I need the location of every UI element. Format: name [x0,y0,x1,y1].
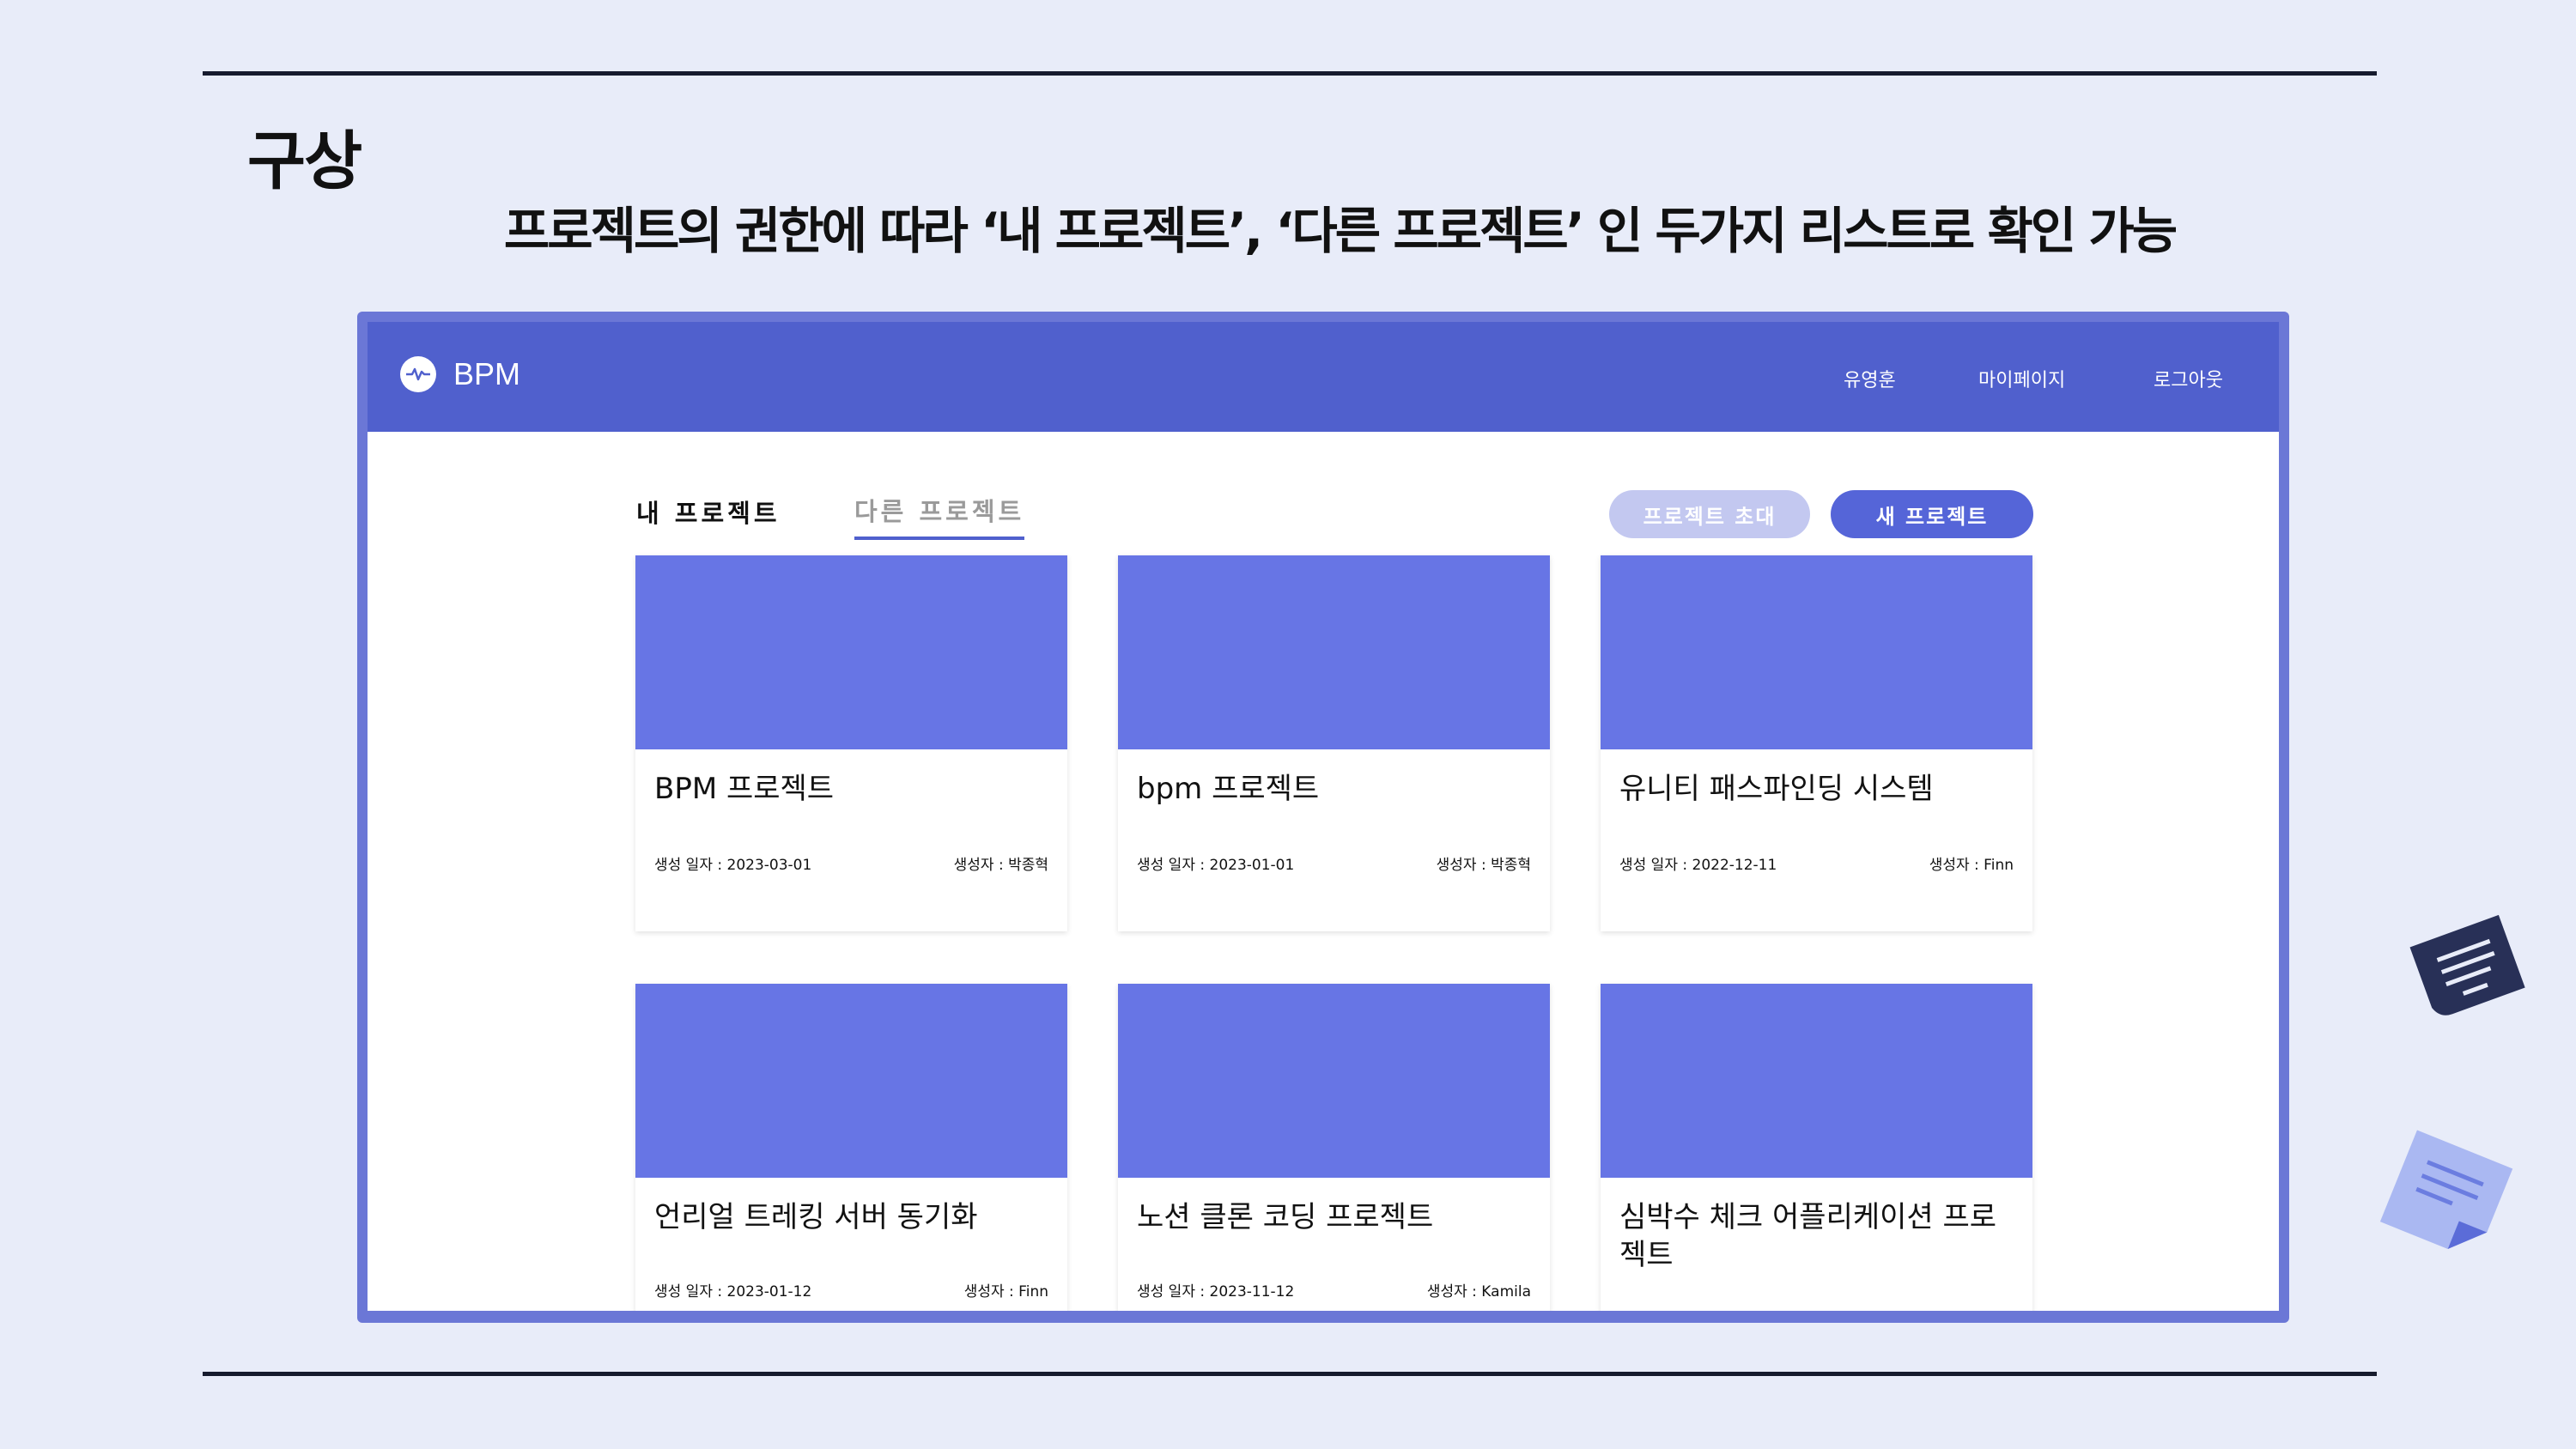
project-title: 노션 클론 코딩 프로젝트 [1137,1200,1434,1234]
project-creator: 생성자 : Kamila [1426,1283,1531,1300]
project-creator: 생성자 : Finn [1929,857,2014,874]
project-title: BPM 프로젝트 [654,772,835,806]
project-thumbnail [1601,555,2032,749]
project-thumbnail [1118,555,1550,749]
project-creator: 생성자 : 박종혁 [1436,857,1531,874]
navbar: BPM 유영훈 마이페이지 로그아웃 [368,322,2279,432]
project-title: 심박수 체크 어플리케이션 프로젝트 [1619,1200,1997,1272]
screenshot-frame: BPM 유영훈 마이페이지 로그아웃 내 프로젝트 다른 프로젝트 프로젝트 초… [357,312,2289,1323]
invite-project-button[interactable]: 프로젝트 초대 [1609,490,1810,538]
nav-logout[interactable]: 로그아웃 [2154,365,2223,392]
project-title: 언리얼 트레킹 서버 동기화 [654,1200,978,1234]
project-creator: 생성자 : Finn [963,1283,1048,1300]
project-title: bpm 프로젝트 [1137,772,1320,806]
document-icon [2409,914,2525,1016]
bottom-rule [203,1372,2377,1376]
project-created-date: 생성 일자 : 2023-03-01 [654,857,812,874]
slide-subtitle: 프로젝트의 권한에 따라 ‘내 프로젝트’, ‘다른 프로젝트’ 인 두가지 리… [503,202,2178,260]
project-title: 유니티 패스파인딩 시스템 [1619,772,1934,806]
slide-title: 구상 [247,124,362,198]
project-created-date: 생성 일자 : 2023-01-01 [1137,857,1295,874]
project-thumbnail [1601,984,2032,1178]
nav-user[interactable]: 유영훈 [1844,365,1896,392]
new-project-button[interactable]: 새 프로젝트 [1831,490,2033,538]
project-card[interactable]: 유니티 패스파인딩 시스템 생성 일자 : 2022-12-11 생성자 : F… [1601,555,2032,931]
brand[interactable]: BPM [400,356,520,392]
project-thumbnail [635,555,1067,749]
tab-my-projects[interactable]: 내 프로젝트 [636,494,781,530]
top-rule [203,71,2377,76]
project-created-date: 생성 일자 : 2023-01-12 [654,1283,812,1300]
project-creator: 생성자 : 박종혁 [953,857,1048,874]
project-card[interactable]: BPM 프로젝트 생성 일자 : 2023-03-01 생성자 : 박종혁 [635,555,1067,931]
note-icon [2379,1130,2513,1249]
tab-other-projects[interactable]: 다른 프로젝트 [854,492,1025,540]
project-card[interactable]: 언리얼 트레킹 서버 동기화 생성 일자 : 2023-01-12 생성자 : … [635,984,1067,1311]
app-window: BPM 유영훈 마이페이지 로그아웃 내 프로젝트 다른 프로젝트 프로젝트 초… [368,322,2279,1311]
project-card[interactable]: bpm 프로젝트 생성 일자 : 2023-01-01 생성자 : 박종혁 [1118,555,1550,931]
project-card[interactable]: 노션 클론 코딩 프로젝트 생성 일자 : 2023-11-12 생성자 : K… [1118,984,1550,1311]
heartbeat-icon [400,356,436,392]
project-created-date: 생성 일자 : 2023-11-12 [1137,1283,1295,1300]
project-card[interactable]: 심박수 체크 어플리케이션 프로젝트 [1601,984,2032,1311]
project-created-date: 생성 일자 : 2022-12-11 [1619,857,1777,874]
nav-mypage[interactable]: 마이페이지 [1978,365,2065,392]
brand-name: BPM [453,356,521,391]
project-thumbnail [635,984,1067,1178]
project-thumbnail [1118,984,1550,1178]
